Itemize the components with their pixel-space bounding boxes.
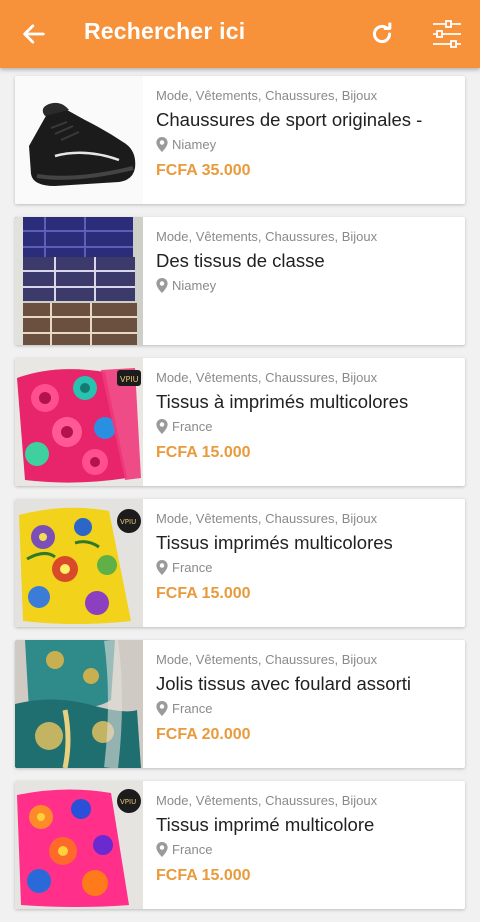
listing-card[interactable]: Mode, Vêtements, Chaussures, Bijoux Chau…: [15, 76, 465, 204]
listing-location-text: France: [172, 701, 213, 716]
svg-text:VPIU: VPIU: [120, 375, 139, 384]
listing-price: FCFA 15.000: [156, 444, 251, 461]
listing-card[interactable]: VPIU Mode, Vêtements, Chaussures, Bijoux…: [15, 781, 465, 909]
listing-location-text: France: [172, 842, 213, 857]
listing-image-rose-print-fabric: VPIU: [15, 358, 143, 486]
listing-image-yellow-floral-fabric: VPIU: [15, 499, 143, 627]
svg-text:VPIU: VPIU: [120, 798, 136, 806]
listing-title: Chaussures de sport originales -: [156, 109, 423, 130]
listing-category: Mode, Vêtements, Chaussures, Bijoux: [156, 793, 378, 808]
listing-price: FCFA 15.000: [156, 867, 251, 884]
location-pin-icon: [156, 137, 168, 152]
svg-text:VPIU: VPIU: [120, 518, 136, 526]
listing-card[interactable]: Mode, Vêtements, Chaussures, Bijoux Joli…: [15, 640, 465, 768]
listing-location: France: [156, 419, 459, 434]
listing-category: Mode, Vêtements, Chaussures, Bijoux: [156, 229, 378, 244]
listing-title: Des tissus de classe: [156, 250, 325, 271]
listing-image-pink-floral-fabric: VPIU: [15, 781, 143, 909]
listing-price: FCFA 15.000: [156, 585, 251, 602]
listing-title: Tissus à imprimés multicolores: [156, 391, 409, 412]
listing-location-text: Niamey: [172, 137, 217, 152]
location-pin-icon: [156, 278, 168, 293]
listing-card[interactable]: VPIU Mode, Vêtements, Chaussures, Bijoux…: [15, 499, 465, 627]
refresh-icon[interactable]: [368, 20, 396, 48]
listing-location: Niamey: [156, 137, 459, 152]
listing-location: France: [156, 560, 459, 575]
listing-card[interactable]: VPIU Mode, Vêtements, Chaussures, Bijoux…: [15, 358, 465, 486]
listing-image-black-sneaker: [15, 76, 143, 204]
listing-category: Mode, Vêtements, Chaussures, Bijoux: [156, 652, 378, 667]
location-pin-icon: [156, 560, 168, 575]
listing-category: Mode, Vêtements, Chaussures, Bijoux: [156, 511, 378, 526]
listing-location-text: France: [172, 419, 213, 434]
listing-card[interactable]: Mode, Vêtements, Chaussures, Bijoux Des …: [15, 217, 465, 345]
listing-title: Tissus imprimés multicolores: [156, 532, 393, 553]
filter-icon[interactable]: [430, 17, 464, 51]
listing-image-teal-gold-fabric: [15, 640, 143, 768]
listing-location: France: [156, 842, 459, 857]
app-bar: Rechercher ici: [0, 0, 480, 68]
search-title[interactable]: Rechercher ici: [84, 18, 245, 45]
listing-location: Niamey: [156, 278, 459, 293]
listing-category: Mode, Vêtements, Chaussures, Bijoux: [156, 370, 378, 385]
listing-location: France: [156, 701, 459, 716]
listing-title: Jolis tissus avec foulard assorti: [156, 673, 411, 694]
listing-category: Mode, Vêtements, Chaussures, Bijoux: [156, 88, 378, 103]
listing-price: FCFA 20.000: [156, 726, 251, 743]
location-pin-icon: [156, 701, 168, 716]
listing-location-text: Niamey: [172, 278, 217, 293]
listing-location-text: France: [172, 560, 213, 575]
listing-list: Mode, Vêtements, Chaussures, Bijoux Chau…: [15, 76, 465, 922]
listing-price: FCFA 35.000: [156, 162, 251, 179]
location-pin-icon: [156, 419, 168, 434]
listing-image-plaid-fabrics: [15, 217, 143, 345]
listing-title: Tissus imprimé multicolore: [156, 814, 375, 835]
location-pin-icon: [156, 842, 168, 857]
back-arrow-icon[interactable]: [20, 20, 48, 48]
